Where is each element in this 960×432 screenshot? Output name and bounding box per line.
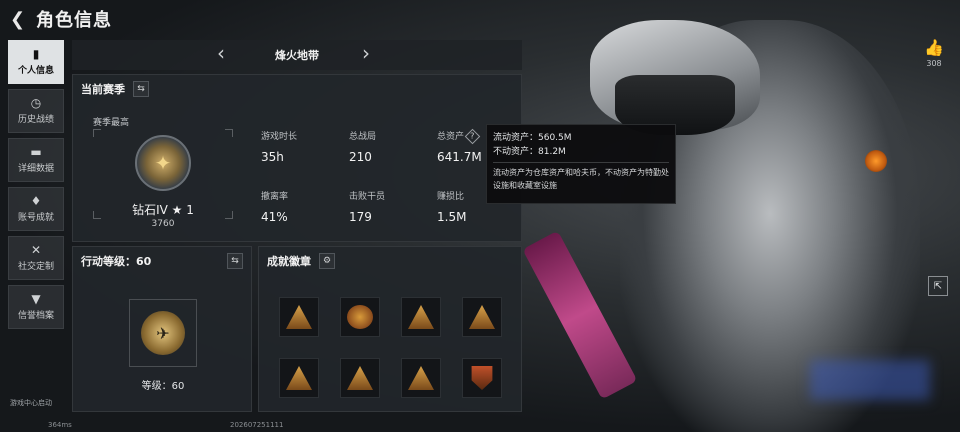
sidebar-item-5[interactable]: ▼ 信誉档案 <box>8 285 64 329</box>
bar-chart-icon: ▮ <box>32 47 40 61</box>
blurred-area <box>810 360 930 400</box>
achievement-badge[interactable] <box>401 297 441 337</box>
rank-name: 钻石IV ★ 1 <box>132 203 194 217</box>
achievement-badge[interactable] <box>340 358 380 398</box>
tools-icon: ✕ <box>30 243 42 257</box>
achievement-badge[interactable] <box>340 297 380 337</box>
badge-triangle-icon <box>408 305 434 329</box>
level-emblem-icon: ✈ <box>141 311 185 355</box>
achievement-icon: ♦ <box>30 194 42 208</box>
stat-playtime: 游戏时长 35h <box>261 132 298 164</box>
achievement-badge[interactable] <box>462 358 502 398</box>
level-title: 行动等级：60 <box>81 255 152 268</box>
shield-icon: ▼ <box>31 292 41 306</box>
top-bar: ❮ 角色信息 <box>0 0 260 38</box>
badge-triangle-icon <box>286 366 312 390</box>
game-center-tag: 游戏中心启动 <box>10 399 52 407</box>
drone-eye <box>865 150 887 172</box>
sidebar-item-2[interactable]: ▬ 详细数据 <box>8 138 64 182</box>
rank-box: ✦ 钻石IV ★ 1 3760 <box>93 129 233 229</box>
folder-icon: ▬ <box>30 145 42 159</box>
season-header: 当前赛季 ⇆ <box>81 81 149 97</box>
stat-profit-loss: 赚损比 1.5M <box>437 192 467 224</box>
badge-triangle-icon <box>347 366 373 390</box>
badge-grid <box>279 297 502 398</box>
level-emblem: ✈ <box>129 299 197 367</box>
stat-operators-defeated: 击败干员 179 <box>349 192 386 224</box>
page-title: 角色信息 <box>36 10 112 31</box>
badge-round-icon <box>347 305 373 329</box>
sidebar-item-0[interactable]: ▮ 个人信息 <box>8 40 64 84</box>
achievement-badge[interactable] <box>401 358 441 398</box>
tooltip-fixed: 不动资产：81.2M <box>493 147 566 157</box>
sidebar-item-label: 信誉档案 <box>17 311 54 321</box>
settings-icon[interactable]: ⚙ <box>319 253 335 269</box>
rank-emblem-icon: ✦ <box>135 135 191 191</box>
stat-total-assets: 总资产? 641.7M <box>437 128 482 164</box>
prev-mode-button[interactable]: ‹ <box>217 41 225 65</box>
tooltip-desc: 流动资产为仓库资产和哈夫币，不动资产为特勤处设施和收藏室设施 <box>493 168 669 190</box>
season-title: 当前赛季 <box>81 83 125 96</box>
sidebar-item-label: 详细数据 <box>17 164 54 174</box>
back-icon[interactable]: ❮ <box>10 9 26 30</box>
sidebar-item-3[interactable]: ♦ 账号成就 <box>8 187 64 231</box>
sidebar-item-label: 个人信息 <box>17 66 54 76</box>
level-text: 等级：60 <box>141 381 185 392</box>
mode-selector: ‹ 烽火地带 › <box>72 40 522 70</box>
share-button[interactable]: ⇱ <box>928 276 948 296</box>
level-panel: 行动等级：60 ⇆ ✈ 等级：60 <box>72 246 252 412</box>
swap-level-button[interactable]: ⇆ <box>227 253 243 269</box>
swap-season-button[interactable]: ⇆ <box>133 81 149 97</box>
stat-extract-rate: 撤离率 41% <box>261 192 289 224</box>
sidebar-item-4[interactable]: ✕ 社交定制 <box>8 236 64 280</box>
sidebar-item-label: 社交定制 <box>17 262 54 272</box>
badge-triangle-icon <box>286 305 312 329</box>
help-icon[interactable]: ? <box>464 128 481 145</box>
sidebar: ▮ 个人信息 ◷ 历史战绩 ▬ 详细数据 ♦ 账号成就 ✕ 社交定制 ▼ 信誉档案 <box>8 40 64 334</box>
achievement-badge[interactable] <box>279 297 319 337</box>
badges-title: 成就徽章 <box>267 255 311 268</box>
history-icon: ◷ <box>30 96 42 110</box>
sidebar-item-1[interactable]: ◷ 历史战绩 <box>8 89 64 133</box>
badges-header: 成就徽章 ⚙ <box>267 253 335 269</box>
level-header: 行动等级：60 <box>81 253 151 269</box>
stat-total-matches: 总战局 210 <box>349 132 377 164</box>
mode-name: 烽火地带 <box>275 49 319 62</box>
sidebar-item-label: 历史战绩 <box>17 115 54 125</box>
badges-panel: 成就徽章 ⚙ <box>258 246 522 412</box>
badge-triangle-icon <box>408 366 434 390</box>
next-mode-button[interactable]: › <box>362 41 370 65</box>
latency-readout: 364ms <box>48 421 72 429</box>
like-count: 308 <box>926 59 942 68</box>
season-panel: 当前赛季 ⇆ 赛季最高 ✦ 钻石IV ★ 1 3760 游戏时长 35h 总战局… <box>72 74 522 242</box>
uid-readout: 202607251111 <box>230 421 284 429</box>
achievement-badge[interactable] <box>279 358 319 398</box>
sidebar-item-label: 账号成就 <box>17 213 54 223</box>
thumbs-up-icon[interactable]: 👍 <box>920 38 948 57</box>
achievement-badge[interactable] <box>462 297 502 337</box>
season-peak-label: 赛季最高 <box>93 118 130 128</box>
rank-score: 3760 <box>151 219 175 229</box>
badge-shield-icon <box>471 366 493 390</box>
tooltip-liquid: 流动资产：560.5M <box>493 133 572 143</box>
character-model <box>520 0 960 432</box>
like-widget[interactable]: 👍 308 <box>920 38 948 68</box>
assets-tooltip: 流动资产：560.5M 不动资产：81.2M 流动资产为仓库资产和哈夫币，不动资… <box>486 124 676 204</box>
badge-triangle-icon <box>469 305 495 329</box>
